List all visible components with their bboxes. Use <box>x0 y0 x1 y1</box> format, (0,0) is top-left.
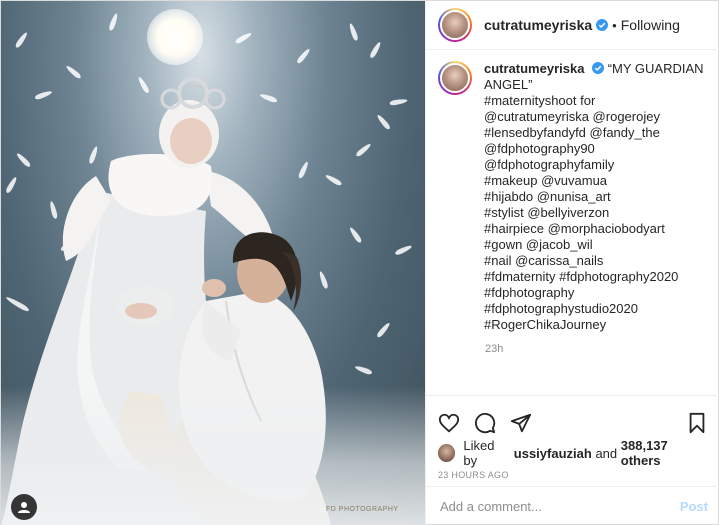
caption-hashtag[interactable]: #hijabdo @nunisa_art <box>484 189 706 205</box>
author-username[interactable]: cutratumeyriska <box>484 17 592 33</box>
comment-input[interactable] <box>440 499 680 514</box>
verified-badge-icon <box>596 19 609 31</box>
caption-hashtag[interactable]: #RogerChikaJourney <box>484 317 706 333</box>
comment-icon[interactable] <box>474 412 496 434</box>
posted-time[interactable]: 23 HOURS AGO <box>438 470 708 480</box>
heart-icon[interactable] <box>438 412 460 434</box>
likes-row: Liked by ussiyfauziah and 388,137 others <box>438 438 708 468</box>
author-avatar[interactable] <box>438 8 472 42</box>
caption-hashtag[interactable]: #nail @carissa_nails <box>484 253 706 269</box>
bookmark-icon[interactable] <box>686 412 708 434</box>
photo-watermark: FD PHOTOGRAPHY <box>326 506 399 513</box>
caption-hashtag[interactable]: #fdphotography <box>484 285 706 301</box>
caption-hashtag[interactable]: #gown @jacob_wil <box>484 237 706 253</box>
share-icon[interactable] <box>510 412 532 434</box>
comments-section: cutratumeyriska “MY GUARDIAN ANGEL” #mat… <box>426 61 719 386</box>
caption-username[interactable]: cutratumeyriska <box>484 61 584 76</box>
caption-mention[interactable]: @fdphotographyfamily <box>484 157 706 173</box>
likes-count[interactable]: 388,137 others <box>621 438 708 468</box>
post-actions: Liked by ussiyfauziah and 388,137 others… <box>426 395 719 480</box>
caption-line: ANGEL” <box>484 77 533 92</box>
following-button[interactable]: Following <box>621 17 680 33</box>
likes-prefix: Liked by <box>463 438 495 468</box>
caption-line: “MY GUARDIAN <box>607 61 704 76</box>
caption-timestamp[interactable]: 23h <box>485 343 708 355</box>
post-sidebar: cutratumeyriska • Following cutratumeyri… <box>425 1 719 525</box>
caption-hashtag[interactable]: #lensedbyfandyfd @fandy_the <box>484 125 706 141</box>
caption-hashtag[interactable]: #fdphotographystudio2020 <box>484 301 706 317</box>
camera-tag-icon[interactable] <box>11 494 37 520</box>
caption-hashtag[interactable]: #stylist @bellyiverzon <box>484 205 706 221</box>
header-separator: • <box>612 17 617 33</box>
caption-hashtag[interactable]: #makeup @vuvamua <box>484 173 706 189</box>
caption-text: cutratumeyriska “MY GUARDIAN ANGEL” #mat… <box>484 61 706 333</box>
liker-username[interactable]: ussiyfauziah <box>514 446 592 461</box>
caption-row: cutratumeyriska “MY GUARDIAN ANGEL” #mat… <box>438 61 708 333</box>
verified-badge-icon <box>592 62 605 74</box>
floor-mist <box>1 386 425 525</box>
action-icons <box>438 404 708 442</box>
post-comment-button[interactable]: Post <box>680 499 708 514</box>
caption-hashtag[interactable]: #hairpiece @morphaciobodyart <box>484 221 706 237</box>
caption-mention[interactable]: @fdphotography90 <box>484 141 706 157</box>
caption-mention[interactable]: @cutratumeyriska @rogerojey <box>484 109 706 125</box>
instagram-post: FD PHOTOGRAPHY cutratumeyriska • Followi… <box>0 0 719 525</box>
likes-middle: and <box>595 445 618 461</box>
caption-hashtag[interactable]: #fdmaternity #fdphotography2020 <box>484 269 706 285</box>
add-comment-bar: Post <box>426 486 719 525</box>
post-header: cutratumeyriska • Following <box>426 1 719 50</box>
caption-avatar[interactable] <box>438 61 472 95</box>
caption-hashtag[interactable]: #maternityshoot for <box>484 93 706 109</box>
post-photo[interactable]: FD PHOTOGRAPHY <box>1 1 425 525</box>
liker-avatar[interactable] <box>438 444 456 462</box>
